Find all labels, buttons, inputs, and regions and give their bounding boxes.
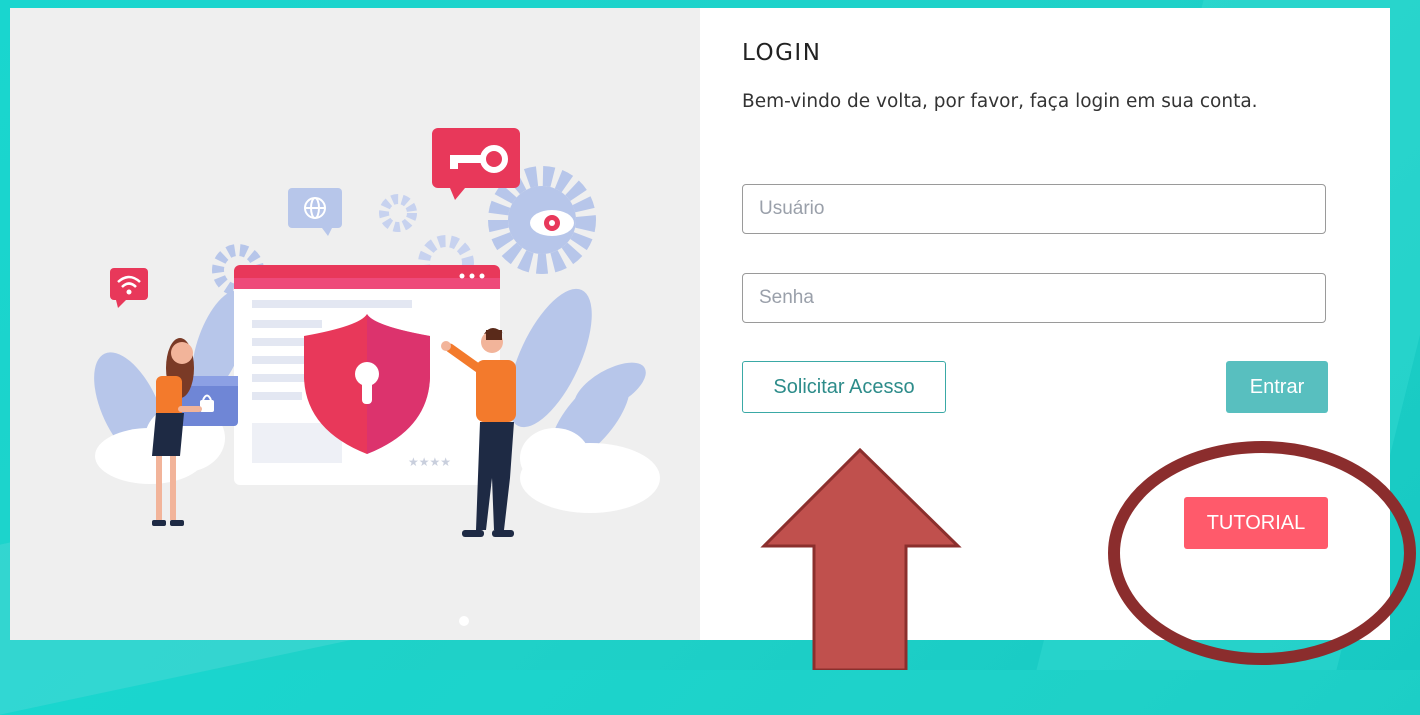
page-title: LOGIN [742,40,822,66]
security-illustration: ★★★★ [10,8,700,640]
gear-icon [379,194,417,232]
tutorial-button[interactable]: TUTORIAL [1184,497,1328,549]
carousel-dot[interactable] [459,616,469,626]
welcome-message: Bem-vindo de volta, por favor, faça logi… [742,91,1258,112]
eye-icon [530,210,574,236]
globe-icon [288,188,342,236]
wifi-icon [110,268,148,308]
username-input[interactable] [742,184,1326,234]
login-button[interactable]: Entrar [1226,361,1328,413]
illustration-graphic: ★★★★ [94,128,660,537]
password-input[interactable] [742,273,1326,323]
svg-text:★★★★: ★★★★ [408,455,451,469]
request-access-button[interactable]: Solicitar Acesso [742,361,946,413]
